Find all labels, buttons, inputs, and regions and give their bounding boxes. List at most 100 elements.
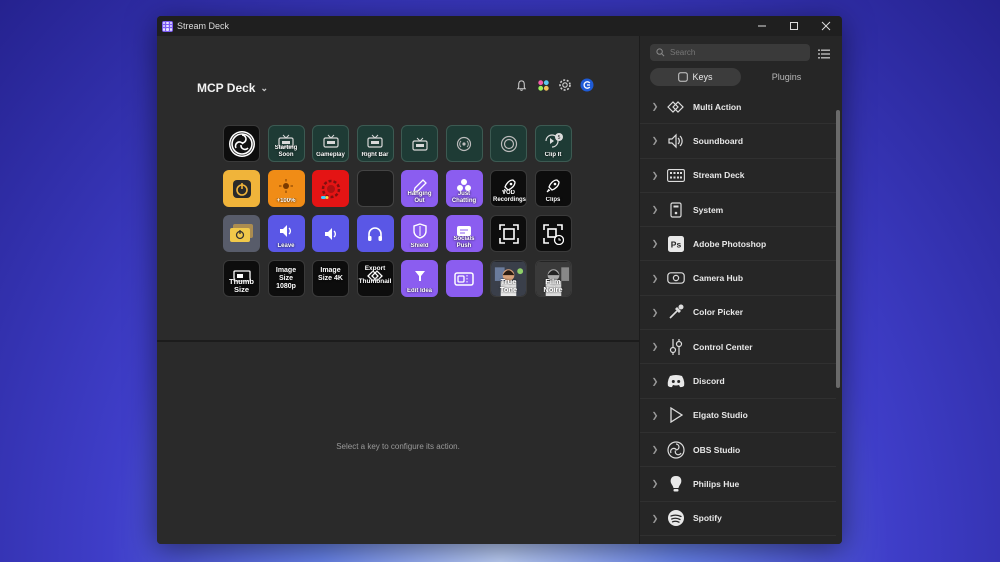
deck-key[interactable]: Edit Idea — [401, 260, 438, 297]
profile-selector[interactable]: MCP Deck ⌄ — [197, 81, 268, 95]
obs-icon — [227, 129, 257, 159]
deck-key[interactable]: Gameplay — [312, 125, 349, 162]
deck-key[interactable]: Right Bar — [356, 125, 394, 162]
empty-inspector-hint: Select a key to configure its action. — [336, 442, 460, 451]
category-elgato-studio[interactable]: ❯ Elgato Studio — [640, 399, 836, 433]
chevron-right-icon[interactable]: ❯ — [644, 102, 666, 111]
deck-key[interactable]: Clips — [534, 170, 572, 207]
deck-key[interactable] — [223, 215, 260, 252]
chevron-right-icon[interactable]: ❯ — [644, 479, 666, 488]
category-control-center[interactable]: ❯ Control Center — [640, 330, 836, 365]
deck-key[interactable]: Just Chatting — [445, 170, 483, 207]
chevron-right-icon[interactable]: ❯ — [644, 308, 666, 317]
deck-key[interactable] — [223, 170, 260, 207]
deck-key[interactable]: Starting Soon — [267, 125, 305, 162]
deck-key[interactable]: True Tone — [490, 260, 527, 297]
search-icon — [656, 48, 665, 57]
deck-key[interactable]: Image Size 1080p — [267, 260, 305, 297]
deck-key[interactable] — [223, 125, 260, 162]
action-list-scrollbar[interactable] — [836, 110, 840, 388]
category-stream-deck[interactable]: ❯ Stream Deck — [640, 159, 836, 193]
category-system[interactable]: ❯ System — [640, 193, 836, 228]
deck-key-label: Leave — [277, 243, 295, 249]
category-label: Spotify — [693, 513, 722, 524]
tab-plugins[interactable]: Plugins — [741, 68, 832, 86]
tab-keys-label: Keys — [692, 72, 713, 82]
deck-key[interactable]: Hanging Out — [401, 170, 438, 207]
category-spotify[interactable]: ❯ Spotify — [640, 502, 836, 536]
chevron-right-icon[interactable]: ❯ — [644, 239, 666, 248]
list-view-toggle[interactable] — [818, 47, 830, 59]
chevron-down-icon: ⌄ — [260, 82, 269, 93]
deck-key[interactable]: VOD Recordings — [490, 170, 527, 207]
deck-key[interactable]: Leave — [267, 215, 305, 252]
chevron-right-icon[interactable]: ❯ — [644, 514, 666, 523]
discord-icon — [666, 371, 686, 391]
category-label: Camera Hub — [693, 273, 744, 284]
deck-key[interactable]: 5 Clip It — [534, 125, 572, 162]
soundboard-icon — [666, 131, 686, 151]
filter-icon — [413, 269, 427, 283]
minimize-button[interactable] — [746, 16, 778, 36]
settings-gear-icon[interactable] — [558, 78, 572, 92]
marketplace-icon[interactable] — [536, 78, 550, 92]
chevron-right-icon[interactable]: ❯ — [644, 274, 666, 283]
chevron-right-icon[interactable]: ❯ — [644, 136, 666, 145]
deck-key[interactable] — [401, 125, 438, 162]
maximize-button[interactable] — [778, 16, 810, 36]
deck-key[interactable] — [534, 215, 572, 252]
deck-key[interactable] — [445, 125, 483, 162]
deck-key[interactable] — [490, 125, 527, 162]
category-discord[interactable]: ❯ Discord — [640, 364, 836, 399]
deck-key[interactable]: Thumb Size — [223, 260, 260, 297]
deck-key[interactable]: Shield — [401, 215, 438, 252]
stream-deck-icon — [666, 165, 686, 185]
title-bar[interactable]: Stream Deck — [157, 16, 842, 36]
search-box[interactable] — [650, 44, 810, 61]
chevron-right-icon[interactable]: ❯ — [644, 171, 666, 180]
category-camera-hub[interactable]: ❯ Camera Hub — [640, 261, 836, 296]
deck-key-label: Image Size 4K — [318, 267, 343, 282]
deck-key[interactable] — [356, 215, 394, 252]
category-soundboard[interactable]: ❯ Soundboard — [640, 124, 836, 159]
deck-key-label: Hanging Out — [407, 191, 432, 204]
notification-bell-icon[interactable] — [514, 78, 528, 92]
broadcast-icon — [456, 136, 472, 152]
deck-key[interactable]: Film Noire — [534, 260, 572, 297]
tab-keys[interactable]: Keys — [650, 68, 741, 86]
deck-key[interactable] — [490, 215, 527, 252]
close-button[interactable] — [810, 16, 842, 36]
deck-key[interactable]: Image Size 4K — [312, 260, 349, 297]
deck-key[interactable] — [445, 260, 483, 297]
deck-key-label: Starting Soon — [274, 145, 298, 158]
deck-key[interactable]: Export Thumbnail — [356, 260, 394, 297]
tab-plugins-label: Plugins — [771, 72, 802, 82]
photoshop-icon: Ps — [666, 234, 686, 254]
profile-name: MCP Deck — [197, 81, 256, 95]
camera-hub-icon — [666, 268, 686, 288]
category-obs-studio[interactable]: ❯ OBS Studio — [640, 433, 836, 468]
category-multi-action[interactable]: ❯ Multi Action — [640, 90, 836, 125]
deck-key[interactable]: Socials Push — [445, 215, 483, 252]
deck-key-label: Shield — [410, 243, 429, 249]
chevron-right-icon[interactable]: ❯ — [644, 411, 666, 420]
category-adobe-photoshop[interactable]: ❯ Ps Adobe Photoshop — [640, 227, 836, 262]
account-avatar-icon[interactable] — [580, 78, 594, 92]
deck-key[interactable] — [312, 215, 349, 252]
deck-key[interactable] — [356, 170, 394, 207]
chevron-right-icon[interactable]: ❯ — [644, 377, 666, 386]
search-input[interactable] — [670, 48, 800, 57]
deck-key[interactable]: +100% — [267, 170, 305, 207]
chevron-right-icon[interactable]: ❯ — [644, 445, 666, 454]
color-icon — [318, 176, 344, 202]
elgato-studio-icon — [666, 405, 686, 425]
speaker-icon — [277, 222, 295, 240]
category-philips-hue[interactable]: ❯ Philips Hue — [640, 467, 836, 502]
chevron-right-icon[interactable]: ❯ — [644, 342, 666, 351]
deck-key[interactable] — [312, 170, 349, 207]
deck-key-label: Edit Idea — [406, 288, 432, 294]
control-center-icon — [666, 337, 686, 357]
chevron-right-icon[interactable]: ❯ — [644, 205, 666, 214]
tab-bar: Keys Plugins — [650, 68, 832, 86]
category-color-picker[interactable]: ❯ Color Picker — [640, 296, 836, 331]
